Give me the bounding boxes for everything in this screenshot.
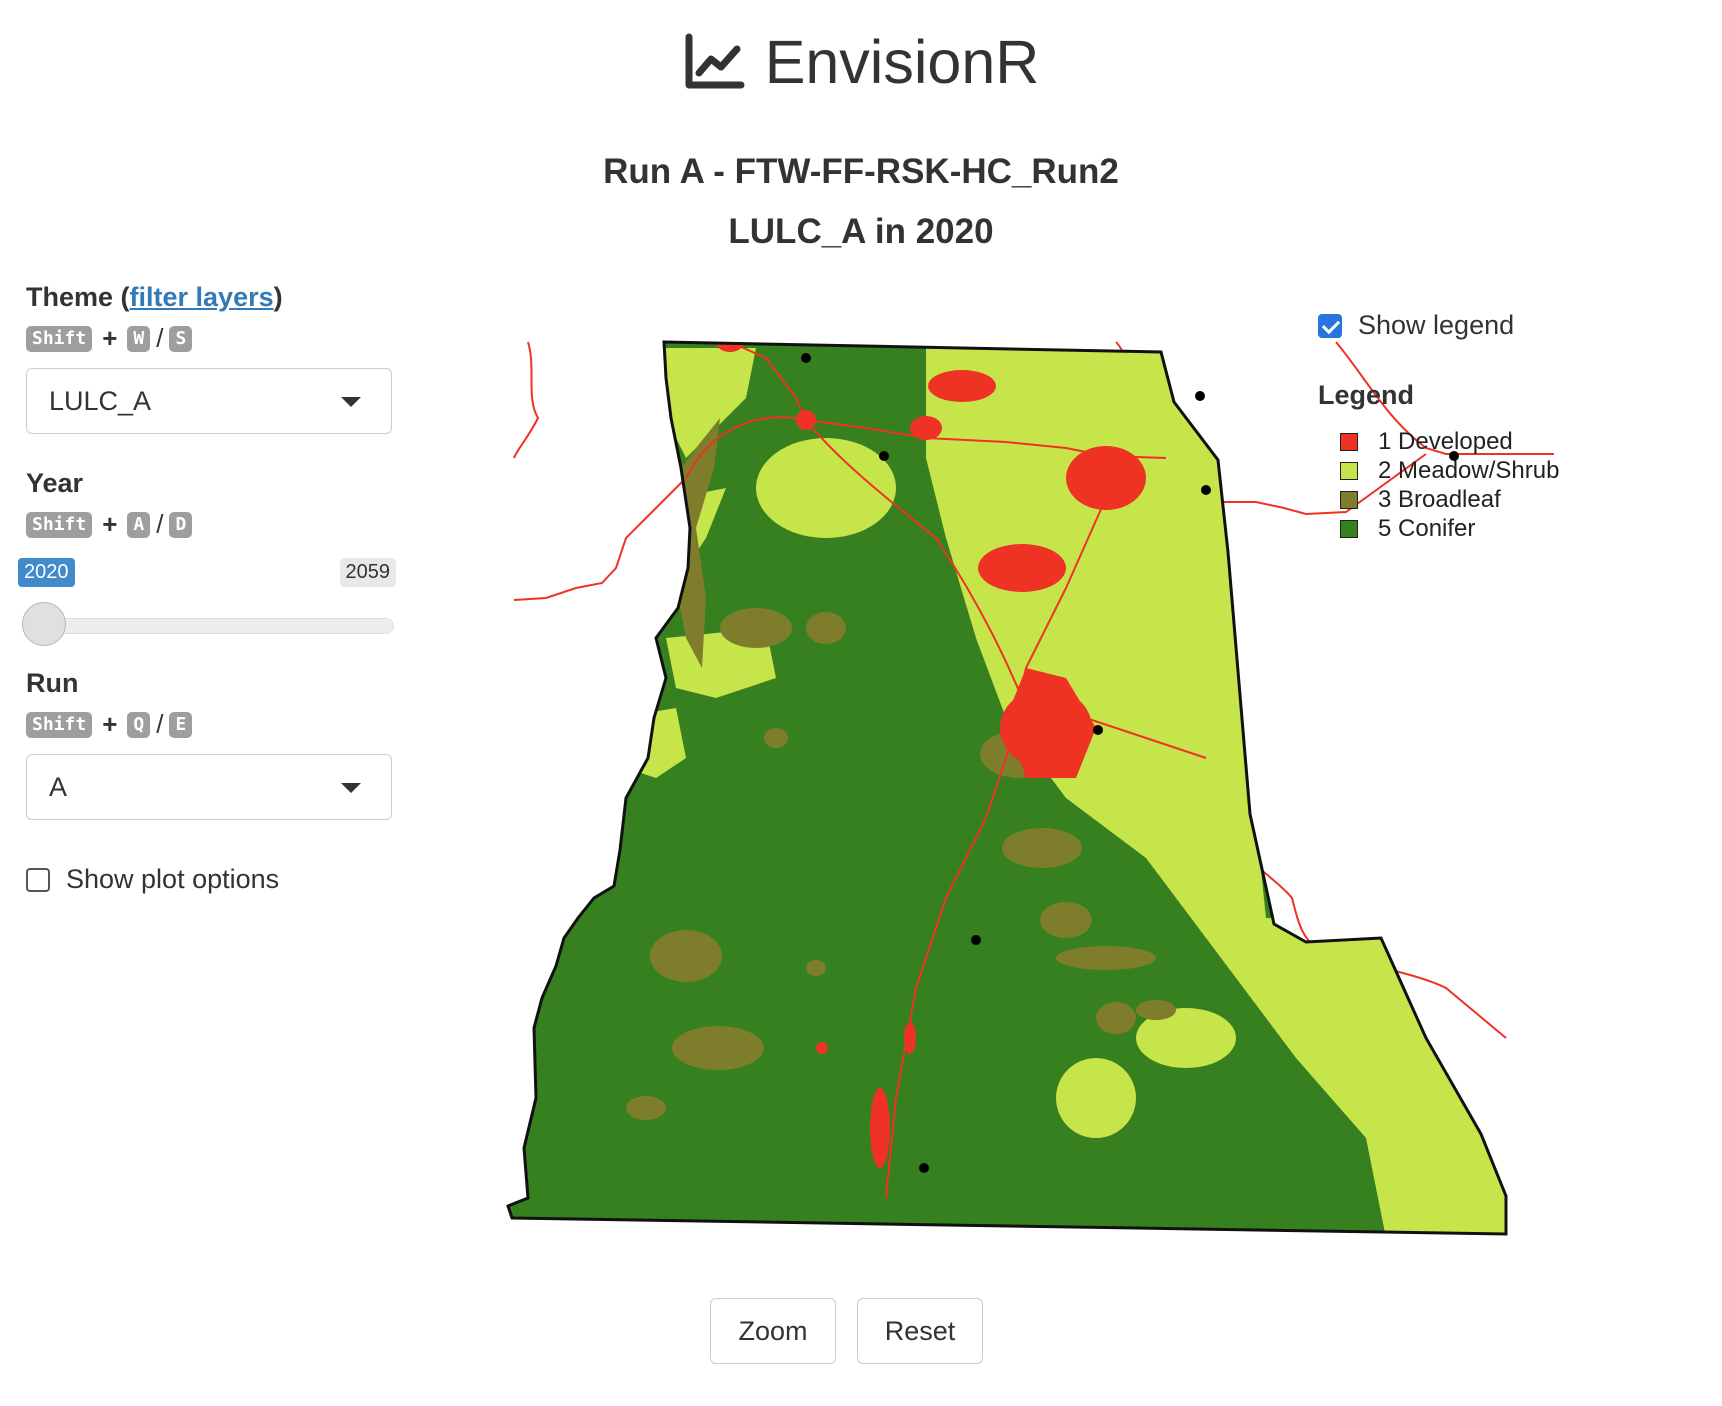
plus-sign: + (102, 709, 118, 739)
caret-down-icon (341, 397, 361, 407)
prev-year-key: A (127, 511, 151, 538)
app-title: EnvisionR (764, 28, 1040, 96)
year-slider-track[interactable] (26, 618, 394, 634)
legend-item: 2 Meadow/Shrub (1318, 456, 1559, 485)
year-slider-min: 2020 (18, 558, 75, 587)
legend-toggle: Show legend (1318, 310, 1514, 341)
legend-swatch-meadow-shrub (1340, 461, 1358, 480)
theme-label: Theme (filter layers) (26, 282, 396, 313)
theme-paren-close: ) (273, 282, 283, 312)
theme-select-value: LULC_A (49, 385, 152, 416)
plot-title: Run A - FTW-FF-RSK-HC_Run2 (603, 152, 1119, 191)
year-label: Year (26, 468, 84, 498)
run-select[interactable]: A (26, 754, 392, 820)
next-year-key: D (169, 511, 193, 538)
prev-run-key: Q (127, 711, 151, 738)
plot-options-toggle[interactable]: Show plot options (26, 864, 396, 895)
plot-options-label: Show plot options (66, 864, 280, 894)
legend-label-developed: 1 Developed (1378, 427, 1513, 455)
plot-options-checkbox[interactable] (26, 867, 50, 892)
legend-item: 5 Conifer (1318, 514, 1559, 543)
theme-paren-open: ( (113, 282, 130, 312)
shift-key: Shift (26, 711, 93, 738)
prev-theme-key: W (127, 325, 151, 352)
reset-button[interactable]: Reset (857, 1298, 983, 1364)
shift-key: Shift (26, 511, 93, 538)
line-chart-icon (685, 33, 745, 89)
legend-item: 1 Developed (1318, 427, 1559, 456)
year-slider-max: 2059 (339, 558, 396, 587)
theme-label-text: Theme (26, 282, 114, 312)
sidebar: Theme (filter layers) Shift + W / S LULC… (18, 282, 396, 895)
caret-down-icon (341, 783, 361, 793)
show-legend-toggle[interactable]: Show legend (1318, 310, 1514, 341)
legend-swatch-conifer (1340, 519, 1358, 538)
next-run-key: E (169, 711, 193, 738)
year-shortcut: Shift + A / D (26, 509, 396, 540)
legend-title: Legend (1318, 380, 1415, 410)
legend-label-meadow-shrub: 2 Meadow/Shrub (1378, 456, 1560, 484)
year-slider[interactable]: 2020 2059 (18, 546, 396, 646)
plot-subtitle: LULC_A in 2020 (728, 212, 994, 251)
run-select-value: A (49, 771, 68, 802)
shift-key: Shift (26, 325, 93, 352)
run-shortcut: Shift + Q / E (26, 709, 396, 740)
map-legend: Legend 1 Developed 2 Meadow/Shrub 3 Broa… (1318, 380, 1559, 543)
legend-label-conifer: 5 Conifer (1378, 514, 1476, 542)
year-slider-handle[interactable] (22, 602, 66, 646)
show-legend-checkbox[interactable] (1318, 313, 1342, 338)
key-separator: / (156, 323, 164, 353)
key-separator: / (156, 709, 164, 739)
theme-shortcut: Shift + W / S (26, 323, 396, 354)
plus-sign: + (102, 509, 118, 539)
legend-label-broadleaf: 3 Broadleaf (1378, 485, 1501, 513)
filter-layers-link[interactable]: filter layers (130, 282, 274, 312)
legend-swatch-developed (1340, 432, 1358, 451)
legend-item: 3 Broadleaf (1318, 485, 1559, 514)
zoom-button[interactable]: Zoom (710, 1298, 836, 1364)
legend-swatch-broadleaf (1340, 490, 1358, 509)
key-separator: / (156, 509, 164, 539)
theme-select[interactable]: LULC_A (26, 368, 392, 434)
show-legend-label: Show legend (1358, 310, 1515, 340)
run-label: Run (26, 668, 79, 698)
plus-sign: + (102, 323, 118, 353)
next-theme-key: S (169, 325, 193, 352)
app-header: EnvisionR (0, 22, 1722, 102)
